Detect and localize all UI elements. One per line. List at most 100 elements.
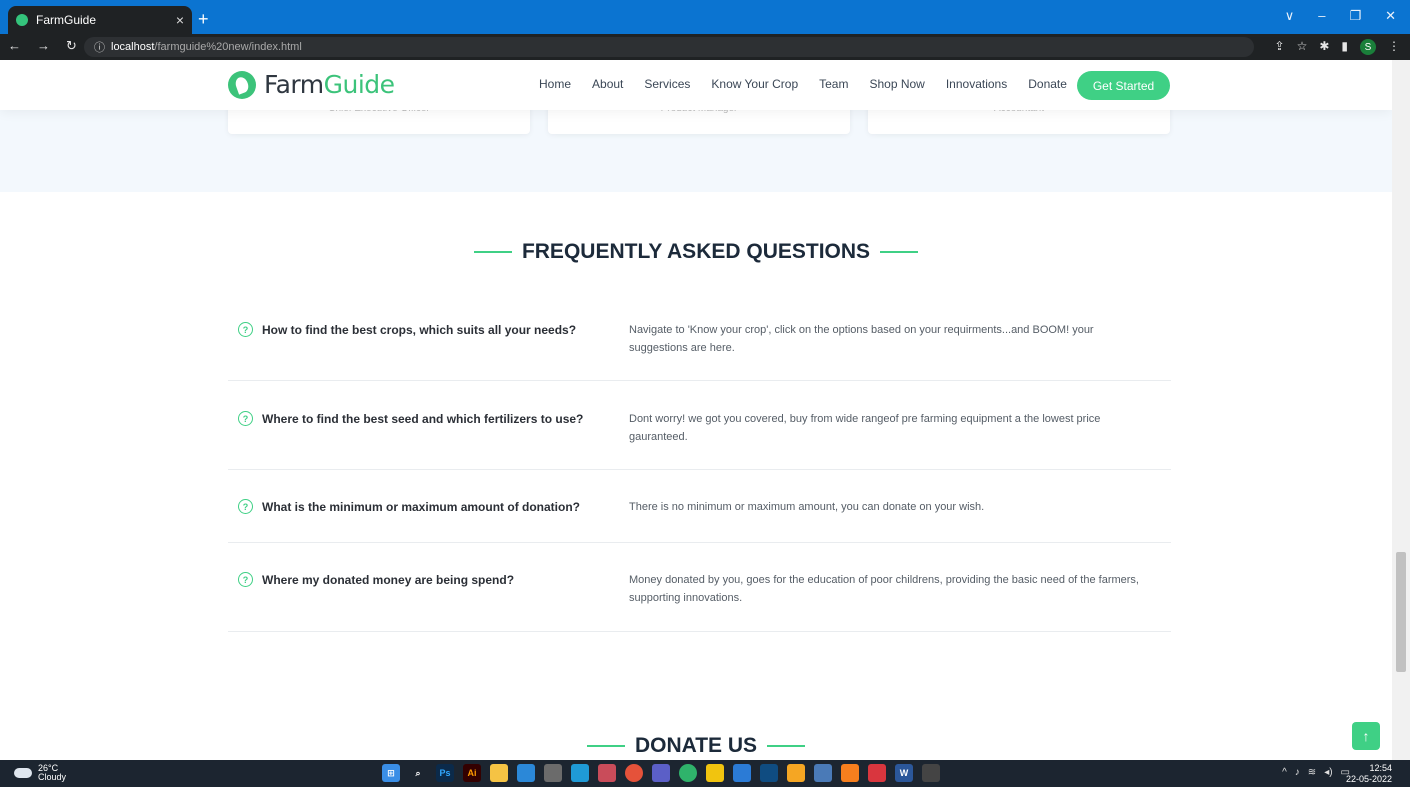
windows-start-icon[interactable]: ⊞ — [382, 764, 400, 782]
extensions-icon[interactable]: ✱ — [1319, 39, 1329, 55]
weather-widget[interactable]: 26°C Cloudy — [14, 764, 66, 782]
vscode-icon[interactable] — [733, 764, 751, 782]
forward-arrow-icon[interactable]: → — [37, 38, 50, 54]
mail-icon[interactable] — [517, 764, 535, 782]
nav-know-your-crop[interactable]: Know Your Crop — [711, 77, 798, 91]
back-arrow-icon[interactable]: ← — [8, 38, 21, 54]
nav-team[interactable]: Team — [819, 77, 848, 91]
faq-answer: Navigate to 'Know your crop', click on t… — [629, 324, 1094, 354]
heading-line-left — [473, 251, 512, 253]
nav-shop-now[interactable]: Shop Now — [869, 77, 924, 91]
arrow-up-icon: ↑ — [1362, 728, 1370, 744]
windows-taskbar: 26°C Cloudy ⊞ ⌕ Ps Ai W ^ ♪ ≋ ◂) ▭ 12:54… — [0, 760, 1410, 787]
microphone-icon[interactable]: ♪ — [1295, 767, 1300, 778]
menu-kebab-icon[interactable]: ⋮ — [1388, 39, 1400, 55]
main-nav: Home About Services Know Your Crop Team … — [539, 77, 1088, 91]
minimize-button[interactable]: – — [1318, 8, 1325, 24]
search-icon[interactable]: ⌕ — [409, 764, 427, 782]
volume-icon[interactable]: ◂) — [1324, 767, 1332, 778]
page-scrollbar[interactable] — [1392, 60, 1410, 760]
close-window-button[interactable]: ✕ — [1385, 8, 1396, 24]
question-circle-icon: ? — [238, 322, 253, 337]
site-logo[interactable]: FarmGuide — [228, 70, 395, 99]
nav-services[interactable]: Services — [644, 77, 690, 91]
cloud-icon — [14, 768, 32, 778]
snipping-tool-icon[interactable] — [598, 764, 616, 782]
donate-heading: DONATE US — [0, 734, 1392, 758]
page-viewport: Chief Executive Officer Product Manager … — [0, 60, 1392, 760]
faq-heading: FREQUENTLY ASKED QUESTIONS — [0, 240, 1392, 264]
address-bar-row: ← → ↻ ⓘ localhost/farmguide%20new/index.… — [0, 34, 1410, 60]
faq-question-text: What is the minimum or maximum amount of… — [262, 499, 581, 514]
favicon-icon — [16, 14, 28, 26]
faq-question-text: How to find the best crops, which suits … — [262, 322, 577, 337]
get-started-button[interactable]: Get Started — [1077, 71, 1170, 100]
calculator-icon[interactable] — [544, 764, 562, 782]
reload-icon[interactable]: ↻ — [66, 38, 77, 54]
faq-question[interactable]: ? Where my donated money are being spend… — [238, 572, 514, 587]
heading-line-right — [880, 251, 919, 253]
taskbar-clock[interactable]: 12:54 22-05-2022 — [1346, 763, 1392, 785]
faq-answer: Money donated by you, goes for the educa… — [629, 574, 1139, 604]
faq-question[interactable]: ? Where to find the best seed and which … — [238, 411, 583, 426]
clock-time: 12:54 — [1369, 763, 1392, 773]
tab-title: FarmGuide — [36, 13, 97, 27]
intellij-icon[interactable] — [760, 764, 778, 782]
tray-overflow-icon[interactable]: ^ — [1282, 767, 1287, 778]
nav-donate[interactable]: Donate — [1028, 77, 1067, 91]
wifi-icon[interactable]: ≋ — [1308, 767, 1316, 778]
new-tab-button[interactable]: + — [198, 9, 209, 30]
xampp-icon[interactable] — [841, 764, 859, 782]
restore-button[interactable]: ❐ — [1349, 8, 1361, 24]
word-icon[interactable]: W — [895, 764, 913, 782]
question-circle-icon: ? — [238, 499, 253, 514]
faq-question-text: Where to find the best seed and which fe… — [262, 411, 584, 426]
store-icon[interactable] — [814, 764, 832, 782]
system-tray: ^ ♪ ≋ ◂) ▭ — [1282, 767, 1350, 778]
faq-question[interactable]: ? What is the minimum or maximum amount … — [238, 499, 580, 514]
scrollbar-thumb[interactable] — [1396, 552, 1406, 672]
whatsapp-icon[interactable] — [679, 764, 697, 782]
illustrator-icon[interactable]: Ai — [463, 764, 481, 782]
bookmark-star-icon[interactable]: ☆ — [1297, 39, 1308, 55]
edge-icon[interactable] — [571, 764, 589, 782]
url-field[interactable]: ⓘ localhost/farmguide%20new/index.html — [84, 37, 1254, 57]
url-host: localhost — [111, 41, 155, 53]
site-info-icon[interactable]: ⓘ — [94, 39, 105, 55]
file-explorer-icon[interactable] — [490, 764, 508, 782]
nav-home[interactable]: Home — [539, 77, 571, 91]
url-path: /farmguide%20new/index.html — [154, 41, 302, 53]
photoshop-icon[interactable]: Ps — [436, 764, 454, 782]
faq-item: ? Where my donated money are being spend… — [228, 543, 1171, 632]
weather-condition: Cloudy — [38, 772, 67, 782]
tab-search-icon[interactable]: ∨ — [1285, 8, 1295, 24]
tab-close-icon[interactable]: × — [176, 12, 184, 28]
heading-line-left — [586, 745, 625, 747]
clock-date: 22-05-2022 — [1345, 774, 1392, 784]
faq-item: ? What is the minimum or maximum amount … — [228, 470, 1171, 543]
logo-text: FarmGuide — [264, 70, 395, 99]
anydesk-icon[interactable] — [868, 764, 886, 782]
sticky-notes-icon[interactable] — [787, 764, 805, 782]
browser-tab[interactable]: FarmGuide × — [8, 6, 192, 34]
faq-item: ? Where to find the best seed and which … — [228, 381, 1171, 470]
leaf-logo-icon — [228, 70, 256, 99]
chrome-dev-icon[interactable] — [922, 764, 940, 782]
faq-answer: There is no minimum or maximum amount, y… — [629, 501, 985, 513]
site-header: FarmGuide Home About Services Know Your … — [0, 60, 1392, 110]
question-circle-icon: ? — [238, 411, 253, 426]
teams-icon[interactable] — [652, 764, 670, 782]
nav-about[interactable]: About — [592, 77, 623, 91]
nav-innovations[interactable]: Innovations — [946, 77, 1007, 91]
side-panel-icon[interactable]: ▮ — [1341, 39, 1348, 55]
chrome-icon[interactable] — [625, 764, 643, 782]
share-icon[interactable]: ⇪ — [1275, 39, 1285, 55]
sublime-icon[interactable] — [706, 764, 724, 782]
question-circle-icon: ? — [238, 572, 253, 587]
faq-question[interactable]: ? How to find the best crops, which suit… — [238, 322, 576, 337]
browser-tab-bar: FarmGuide × + ∨ – ❐ ✕ — [0, 0, 1410, 34]
profile-avatar[interactable]: S — [1360, 39, 1376, 55]
heading-line-right — [767, 745, 806, 747]
donate-title-text: DONATE US — [634, 734, 758, 757]
back-to-top-button[interactable]: ↑ — [1352, 722, 1380, 750]
